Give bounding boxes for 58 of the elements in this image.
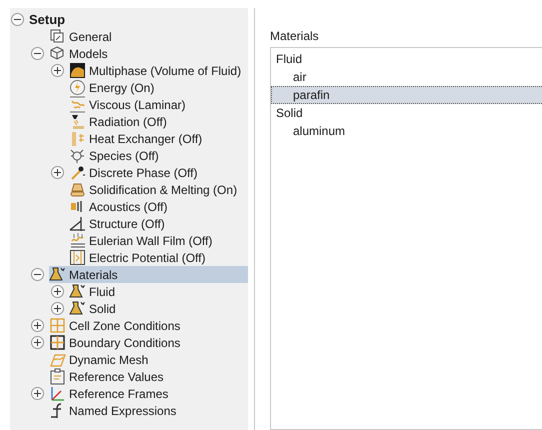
tree-item[interactable]: Reference Values bbox=[49, 368, 168, 385]
tree-item[interactable]: Materials bbox=[49, 266, 248, 283]
list-item[interactable]: air bbox=[271, 68, 542, 86]
axes-icon bbox=[49, 385, 66, 402]
tree-item[interactable]: Acoustics (Off) bbox=[69, 198, 172, 215]
tree-item[interactable]: Setup bbox=[29, 11, 70, 28]
cube-icon bbox=[49, 45, 66, 62]
film-icon bbox=[69, 232, 86, 249]
lightning-icon bbox=[69, 79, 86, 96]
flask-icon bbox=[69, 283, 86, 300]
collapse-button[interactable] bbox=[11, 13, 24, 26]
tree-item[interactable]: Reference Frames bbox=[49, 385, 172, 402]
collapse-button[interactable] bbox=[31, 268, 44, 281]
tree-item[interactable]: Solidification & Melting (On) bbox=[69, 181, 242, 198]
tree-item[interactable]: Fluid bbox=[69, 283, 120, 300]
tree-item[interactable]: Viscous (Laminar) bbox=[69, 96, 190, 113]
tree-item[interactable]: Models bbox=[49, 45, 112, 62]
tree-item[interactable]: General bbox=[49, 28, 116, 45]
expand-button[interactable] bbox=[51, 64, 64, 77]
tree-item[interactable]: Eulerian Wall Film (Off) bbox=[69, 232, 216, 249]
materials-title: Materials bbox=[270, 29, 320, 43]
list-item[interactable]: aluminum bbox=[271, 122, 542, 140]
tree-item[interactable]: Multiphase (Volume of Fluid) bbox=[69, 62, 246, 79]
list-item[interactable]: Fluid bbox=[271, 50, 542, 68]
expand-button[interactable] bbox=[51, 166, 64, 179]
tree-item[interactable]: Boundary Conditions bbox=[49, 334, 184, 351]
clipboard-icon bbox=[49, 368, 66, 385]
bracket-icon bbox=[69, 215, 86, 232]
tree-item[interactable]: Electric Potential (Off) bbox=[69, 249, 210, 266]
tree-item[interactable]: Energy (On) bbox=[69, 79, 158, 96]
expand-button[interactable] bbox=[31, 336, 44, 349]
tree-item[interactable]: Cell Zone Conditions bbox=[49, 317, 184, 334]
expand-button[interactable] bbox=[31, 319, 44, 332]
flask-icon bbox=[49, 266, 66, 283]
tree-item[interactable]: Radiation (Off) bbox=[69, 113, 171, 130]
list-item[interactable]: Solid bbox=[271, 104, 542, 122]
tree-item[interactable]: Named Expressions bbox=[49, 402, 180, 419]
expand-button[interactable] bbox=[51, 302, 64, 315]
page-icon bbox=[49, 28, 66, 45]
tree-item[interactable]: Solid bbox=[69, 300, 120, 317]
grid-icon bbox=[49, 334, 66, 351]
collapse-button[interactable] bbox=[31, 47, 44, 60]
expand-button[interactable] bbox=[51, 285, 64, 298]
crucible-icon bbox=[69, 181, 86, 198]
tree-item[interactable]: Structure (Off) bbox=[69, 215, 169, 232]
tree-item[interactable]: Species (Off) bbox=[69, 147, 163, 164]
expand-button[interactable] bbox=[31, 387, 44, 400]
flask-icon bbox=[69, 300, 86, 317]
molecule-icon bbox=[69, 147, 86, 164]
tree-item[interactable]: Discrete Phase (Off) bbox=[69, 164, 202, 181]
swirl-icon bbox=[69, 96, 86, 113]
tree-item[interactable]: Dynamic Mesh bbox=[49, 351, 152, 368]
tree-item[interactable]: Heat Exchanger (Off) bbox=[69, 130, 206, 147]
grid-icon bbox=[49, 317, 66, 334]
list-item[interactable]: parafin bbox=[271, 86, 542, 104]
panel-icon bbox=[69, 249, 86, 266]
lamp-icon bbox=[69, 113, 86, 130]
particle-icon bbox=[69, 164, 86, 181]
